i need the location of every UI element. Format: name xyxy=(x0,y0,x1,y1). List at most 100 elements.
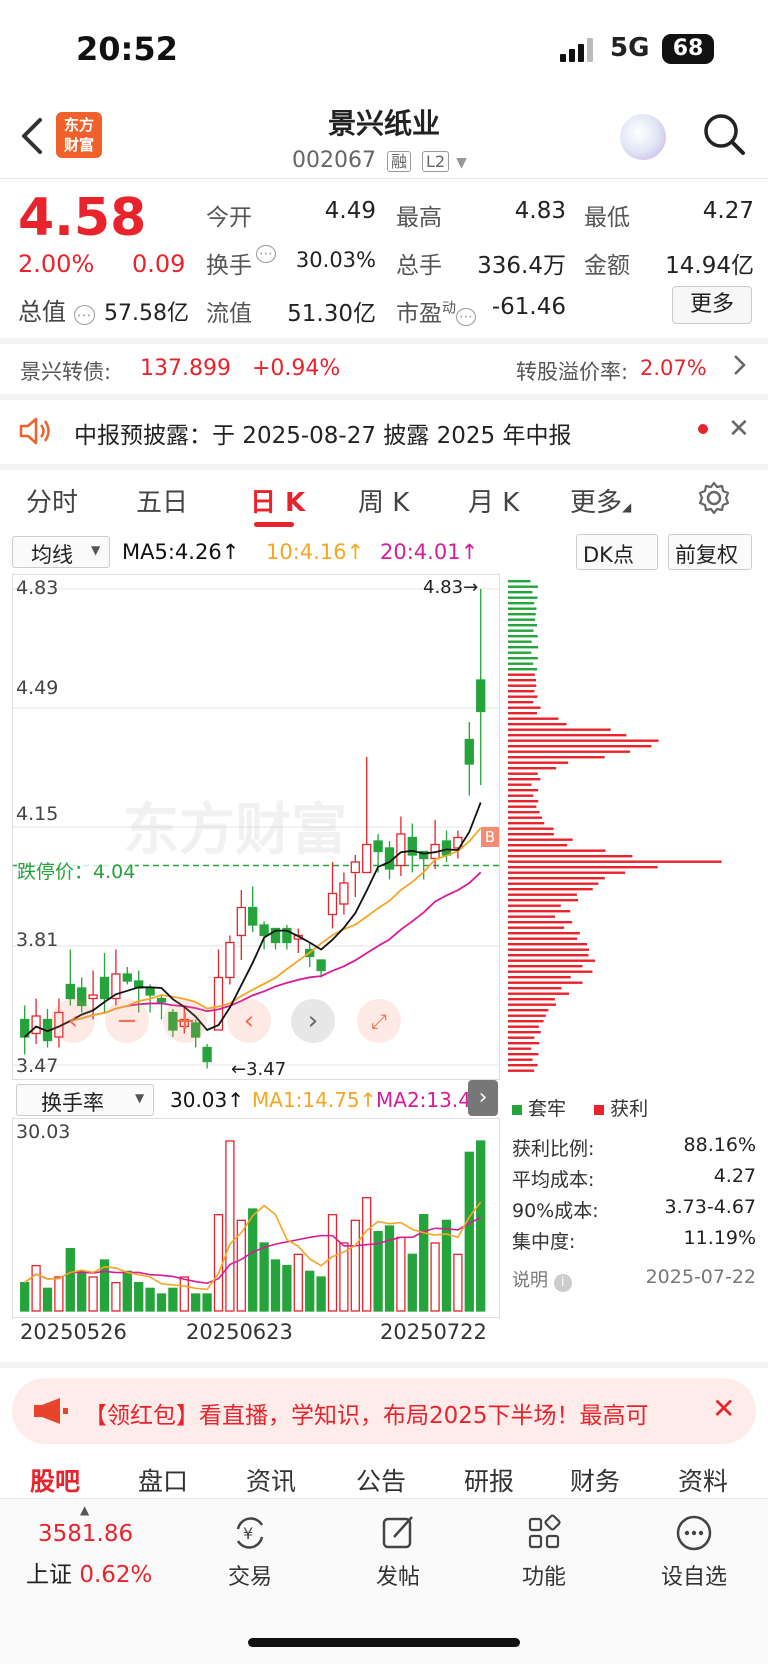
index-value[interactable]: 3581.86 xyxy=(38,1521,133,1547)
nav-function[interactable]: 功能 xyxy=(494,1513,594,1591)
bond-name: 景兴转债: xyxy=(20,360,112,384)
gear-icon[interactable] xyxy=(696,480,732,516)
chip-bar xyxy=(508,860,722,863)
pan-left-icon[interactable]: ‹ xyxy=(51,999,95,1043)
turnover-chart[interactable]: 30.03 xyxy=(12,1118,500,1318)
caret-down-icon: ▼ xyxy=(91,543,101,557)
close-icon[interactable]: ✕ xyxy=(712,1392,735,1425)
tab-financials[interactable]: 财务 xyxy=(570,1462,620,1498)
tab-monthly-k[interactable]: 月 K xyxy=(468,482,519,519)
notice-text: 中报预披露：于 2025-08-27 披露 2025 年中报 xyxy=(74,423,572,449)
chip-bar xyxy=(508,805,537,808)
assistant-avatar-icon[interactable] xyxy=(620,114,666,160)
tab-weekly-k[interactable]: 周 K xyxy=(358,482,409,519)
buy-marker[interactable]: B xyxy=(481,827,499,847)
chip-bar xyxy=(508,849,606,852)
dk-button[interactable]: DK点 xyxy=(576,534,658,570)
back-icon[interactable] xyxy=(18,116,46,166)
chip-bar xyxy=(508,1064,538,1067)
tab-five-day[interactable]: 五日 xyxy=(136,482,188,519)
chip-bar xyxy=(508,855,633,858)
volume-indicator-select[interactable]: 换手率 ▼ xyxy=(16,1084,154,1116)
nav-watchlist[interactable]: 设自选 xyxy=(644,1513,744,1591)
scroll-right-icon[interactable]: › xyxy=(291,999,335,1043)
tab-research[interactable]: 研报 xyxy=(464,1462,514,1498)
candle-body xyxy=(225,941,235,979)
chip-bar xyxy=(508,673,535,676)
zoom-out-icon[interactable]: − xyxy=(105,999,149,1043)
chip-bar xyxy=(508,662,534,665)
watermark: 东方财富 xyxy=(123,798,347,863)
candle-body xyxy=(236,906,246,937)
nav-trade[interactable]: ¥ 交易 xyxy=(200,1513,300,1591)
convertible-bond-row[interactable]: 景兴转债: 137.899 +0.94% 转股溢价率: 2.07% xyxy=(0,340,768,394)
signal-icon xyxy=(560,38,593,62)
tab-profile[interactable]: 资料 xyxy=(678,1462,728,1498)
turnover-bar xyxy=(213,1214,224,1312)
amount-value: 14.94亿 xyxy=(665,253,754,279)
turnover-bar xyxy=(293,1253,303,1312)
low-label: 最低 xyxy=(584,205,630,231)
info-icon[interactable]: ⋯ xyxy=(256,245,276,263)
ma10-value: 10:4.16↑ xyxy=(266,540,365,564)
chevron-right-icon[interactable]: › xyxy=(468,1080,498,1116)
scroll-left-icon[interactable]: ‹ xyxy=(227,999,271,1043)
chip-note[interactable]: 说明 i xyxy=(512,1266,572,1292)
kline-chart[interactable]: 4.83 4.49 4.15 3.81 3.47 东方财富 4.83→ ←3.4… xyxy=(12,574,500,1080)
chip-bar xyxy=(508,1020,544,1023)
info-icon[interactable]: ⋯ xyxy=(456,308,476,326)
svg-text:¥: ¥ xyxy=(243,1524,253,1543)
chip-bar xyxy=(508,1047,532,1050)
bond-pct: +0.94% xyxy=(252,356,341,381)
nav-post[interactable]: 发帖 xyxy=(348,1513,448,1591)
chip-bar xyxy=(508,937,578,940)
chip-bar xyxy=(508,690,535,693)
level2-tag: L2 xyxy=(422,151,450,172)
chip-bar xyxy=(508,651,532,654)
unread-dot xyxy=(698,424,708,434)
chip-bar xyxy=(508,932,580,935)
info-icon[interactable]: ⋯ xyxy=(73,305,95,325)
tab-announcements[interactable]: 公告 xyxy=(356,1462,406,1498)
turnover-bar xyxy=(88,1276,98,1312)
chip-bar xyxy=(508,1053,539,1056)
chip-legend: 套牢 获利 xyxy=(512,1094,648,1121)
chip-bar xyxy=(508,844,568,847)
index-row[interactable]: 上证 0.62% xyxy=(26,1555,152,1589)
tab-guba[interactable]: 股吧 xyxy=(30,1462,80,1498)
more-quote-button[interactable]: 更多 xyxy=(672,286,752,324)
candle-body xyxy=(65,983,75,1000)
tab-more[interactable]: 更多◢ xyxy=(570,482,631,519)
price-tick: 4.49 xyxy=(16,677,59,699)
fullscreen-icon[interactable]: ⤢ xyxy=(357,999,401,1043)
turnover-bar xyxy=(111,1282,121,1312)
chip-bar xyxy=(508,976,571,979)
search-icon[interactable] xyxy=(702,112,746,156)
chip-bar xyxy=(508,613,536,616)
banner-text: 【领红包】看直播，学知识，布局2025下半场！最高可 xyxy=(84,1403,649,1429)
tab-orderbook[interactable]: 盘口 xyxy=(138,1462,188,1498)
caret-down-icon[interactable]: ▼ xyxy=(456,155,467,171)
chip-bar xyxy=(508,910,571,913)
eastmoney-logo[interactable]: 东方 财富 xyxy=(56,112,102,158)
chip-bar xyxy=(508,1031,541,1034)
chip-bar xyxy=(508,789,539,792)
promo-banner[interactable]: 【领红包】看直播，学知识，布局2025下半场！最高可 ✕ xyxy=(12,1378,756,1444)
tab-intraday[interactable]: 分时 xyxy=(26,482,78,519)
tab-news[interactable]: 资讯 xyxy=(246,1462,296,1498)
chip-bar xyxy=(508,745,652,748)
divider xyxy=(0,464,768,470)
turnover-bar xyxy=(248,1208,258,1312)
chip-bar xyxy=(508,1058,533,1061)
tab-daily-k[interactable]: 日 K xyxy=(250,482,305,519)
mktcap-label: 总值 ⋯ xyxy=(18,292,95,327)
close-icon[interactable]: ✕ xyxy=(728,414,750,444)
adjust-button[interactable]: 前复权 xyxy=(668,534,752,570)
indicator-select[interactable]: 均线 ▼ xyxy=(12,536,110,568)
candle-body xyxy=(441,840,452,856)
chip-bar xyxy=(508,734,627,737)
notice-bar[interactable]: 中报预披露：于 2025-08-27 披露 2025 年中报 ✕ xyxy=(0,400,768,462)
zoom-in-icon[interactable]: + xyxy=(163,999,207,1043)
chip-bar xyxy=(508,1042,540,1045)
chip-bar xyxy=(508,800,539,803)
